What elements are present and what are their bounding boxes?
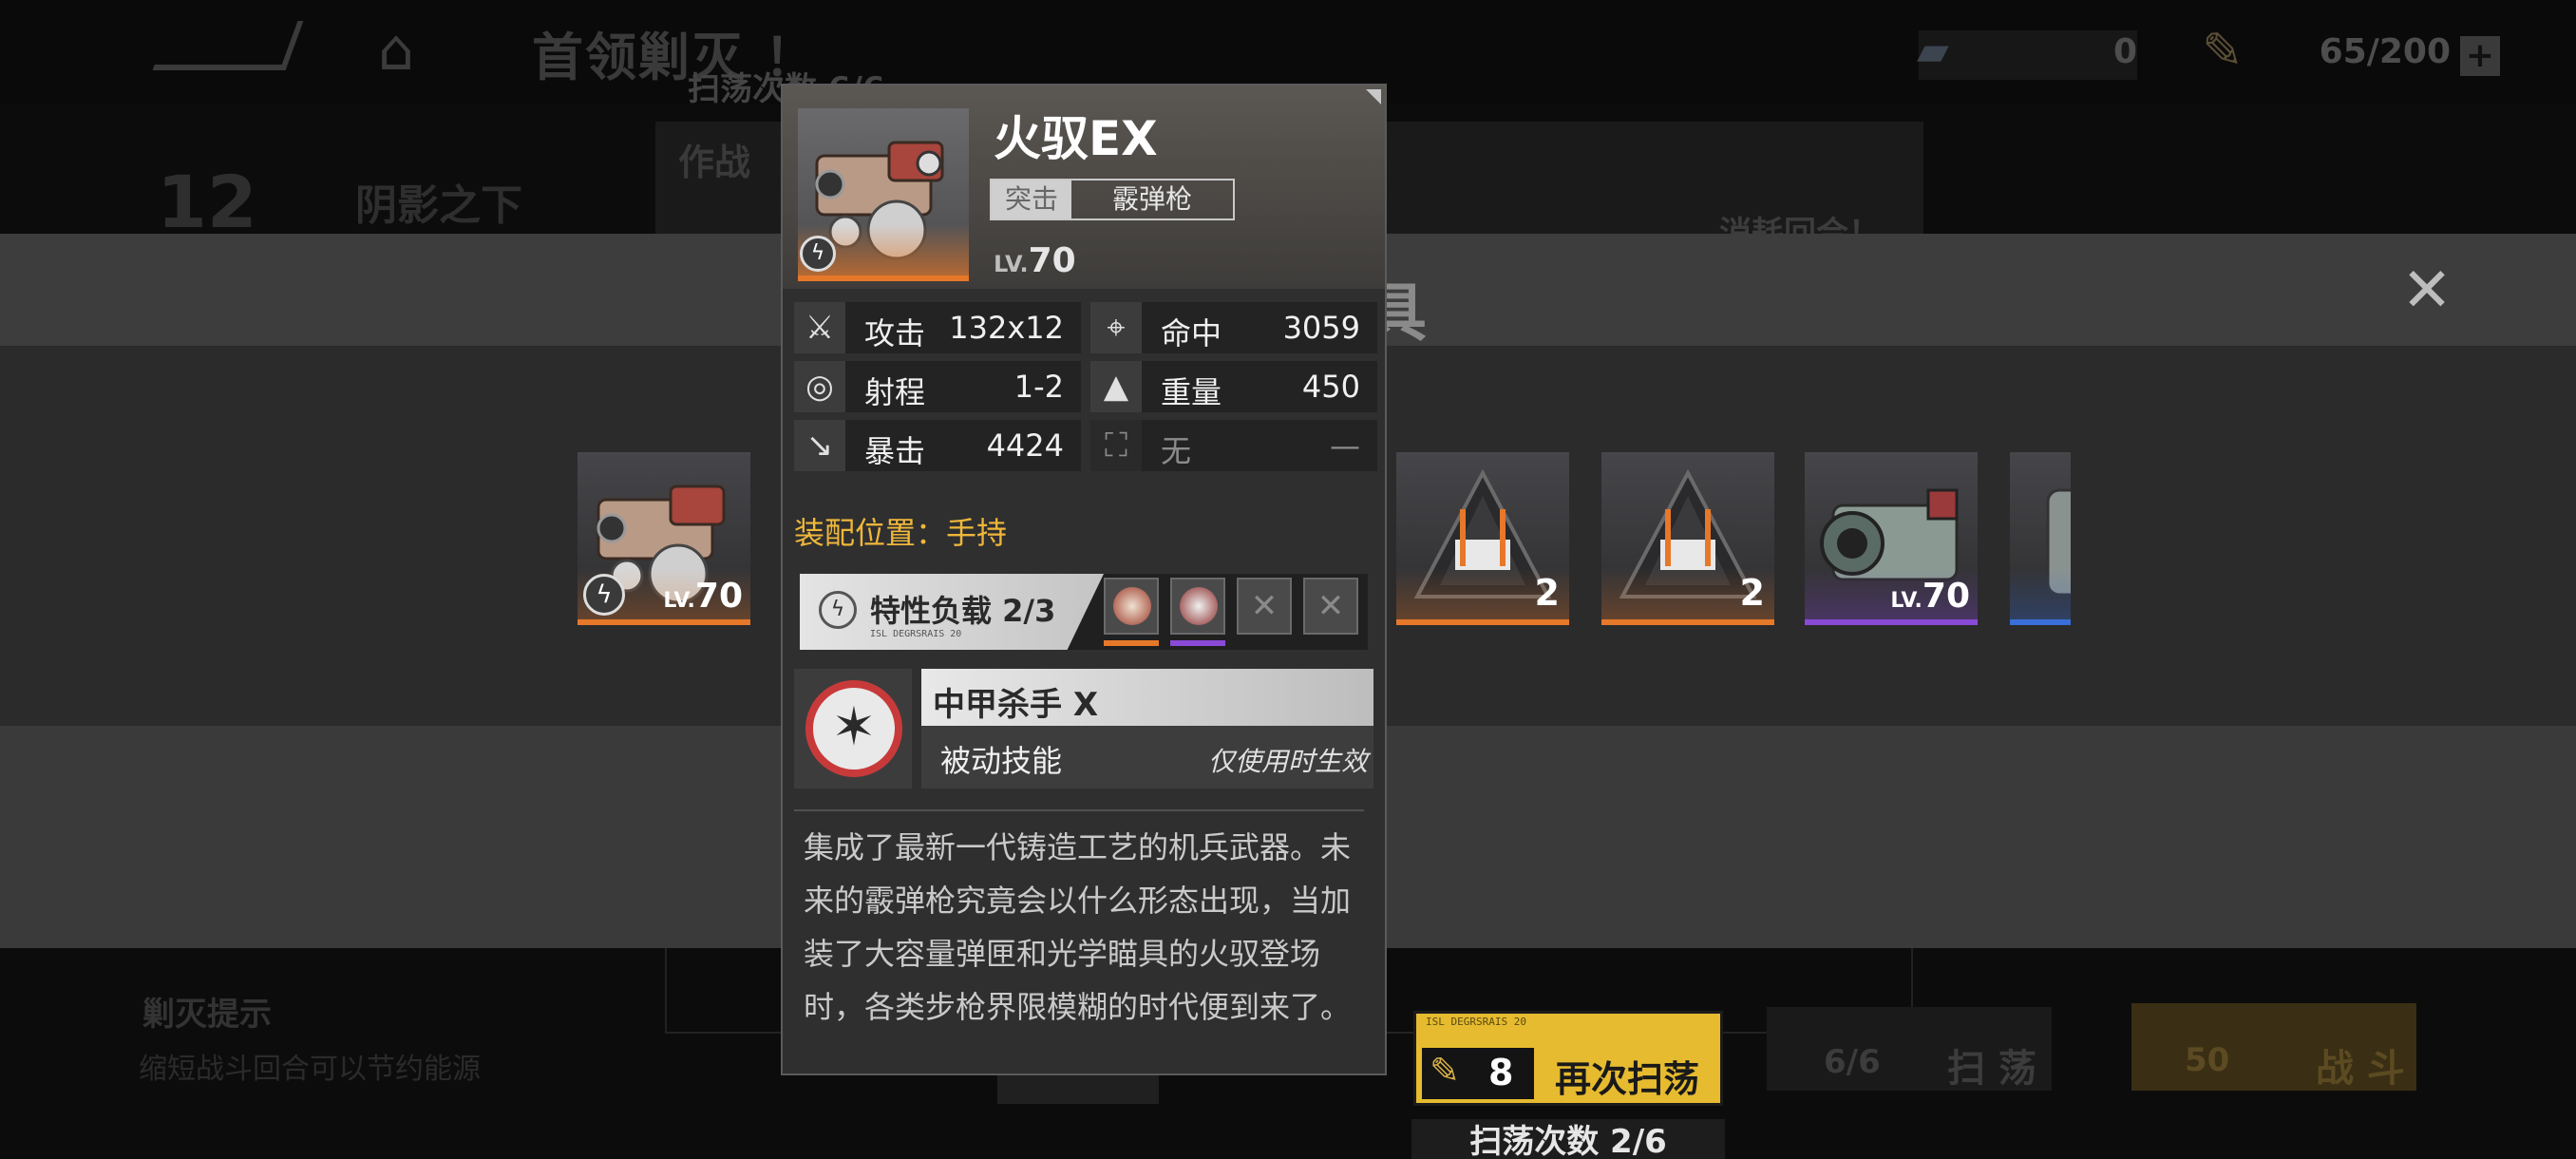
- sweep-button-label: 扫 荡: [1947, 1047, 2036, 1091]
- stat-label: 攻击: [864, 315, 926, 352]
- reward-item[interactable]: 2: [1396, 452, 1569, 625]
- sweep-again-label: 再次扫荡: [1555, 1058, 1700, 1100]
- stat-value: 450: [1301, 369, 1360, 405]
- stat-label: 重量: [1161, 374, 1222, 410]
- battle-button-label: 战 斗: [2316, 1047, 2405, 1091]
- item-quantity: 2: [1739, 572, 1765, 614]
- stat-value: 1-2: [1013, 369, 1064, 405]
- stage-name: 阴影之下: [355, 181, 522, 230]
- target-icon: ⌖: [1090, 302, 1142, 353]
- weapon-name: 火驭EX: [994, 111, 1158, 166]
- reward-item[interactable]: LV.70 ϟ: [578, 452, 750, 625]
- stat-range: ◎ 射程 1-2: [794, 361, 1081, 412]
- trait-slot-3-empty[interactable]: ✕: [1237, 578, 1292, 635]
- resource-ticket-value: 0: [2112, 32, 2137, 71]
- empty-slot-icon: ✕: [1250, 587, 1279, 625]
- trait-gear-icon: ϟ: [819, 591, 857, 629]
- trait-slot-1-bar: [1104, 640, 1159, 646]
- corner-marker-icon: [1366, 89, 1381, 104]
- weapon-type-tag: 突击: [992, 180, 1071, 218]
- skill-note: 仅使用时生效: [1207, 746, 1368, 777]
- item-level: LV.70: [663, 577, 743, 616]
- battle-panel-label: 作战: [678, 142, 751, 183]
- hint-title: 剿灭提示: [142, 996, 272, 1034]
- trait-slot-4-empty[interactable]: ✕: [1303, 578, 1358, 635]
- rarity-bar: [578, 619, 750, 625]
- reward-item[interactable]: [2010, 452, 2071, 625]
- stage-number: 12: [157, 160, 257, 244]
- level-prefix: LV.: [994, 251, 1029, 277]
- reward-item[interactable]: 2: [1601, 452, 1774, 625]
- stat-label: 暴击: [864, 433, 926, 469]
- stat-value: —: [1330, 428, 1360, 464]
- stat-swords: ⚔ 攻击 132x12: [794, 302, 1081, 353]
- game-screen: ⌂ 首领剿灭 ！ 扫荡次数 6/6 ▰ 0 ✎ 65/200 + 12 阴影之下…: [0, 0, 2576, 1159]
- item-level: LV.70: [1890, 577, 1970, 616]
- trait-load-label: 特性负载 2/3: [870, 593, 1056, 629]
- energy-icon: ✎: [2202, 23, 2244, 80]
- swords-icon: ⚔: [794, 302, 845, 353]
- divider: [794, 809, 1364, 811]
- add-energy-button[interactable]: +: [2460, 36, 2500, 76]
- lightning-badge-icon: ϟ: [583, 574, 625, 616]
- stat-weight: ▲ 重量 450: [1090, 361, 1377, 412]
- weight-icon: ▲: [1090, 361, 1142, 412]
- stat-label: 命中: [1161, 315, 1222, 352]
- stat-crit: ↘ 暴击 4424: [794, 420, 1081, 471]
- trait-load-bar: ϟ 特性负载 2/3 ISL DEGRSRAIS 20 ✕ ✕: [800, 574, 1368, 650]
- sweep-remaining-count: 扫荡次数 2/6: [1411, 1119, 1725, 1159]
- stat-none: ⛶ 无 —: [1090, 420, 1377, 471]
- weapon-description[interactable]: 集成了最新一代铸造工艺的机兵武器。未来的霰弹枪究竟会以什么形态出现，当加装了大容…: [804, 821, 1368, 1056]
- rarity-bar: [1805, 619, 1978, 625]
- level-value: 70: [1028, 241, 1076, 280]
- hint-text: 缩短战斗回合可以节约能源: [139, 1053, 481, 1086]
- trait-micro-text: ISL DEGRSRAIS 20: [870, 629, 962, 639]
- weapon-tags: 突击 霰弹枪: [990, 179, 1235, 220]
- item-quantity: 2: [1534, 572, 1560, 614]
- skill-name: 中甲杀手 X: [933, 686, 1099, 724]
- equip-position: 装配位置：手持: [794, 515, 1008, 551]
- stat-label: 无: [1161, 433, 1192, 469]
- trait-gem-icon: [1113, 587, 1151, 625]
- sweep-again-button[interactable]: ISL DEGRSRAIS 20 ✎ 8 再次扫荡: [1413, 1011, 1723, 1106]
- crit-icon: ↘: [794, 420, 845, 471]
- trait-slot-1[interactable]: [1104, 578, 1159, 635]
- reward-item[interactable]: LV.70: [1805, 452, 1978, 625]
- skill-burst-icon: ✶: [805, 680, 902, 777]
- rarity-bar: [1396, 619, 1569, 625]
- rarity-glow: [2010, 568, 2071, 625]
- sweep-button-count: 6/6: [1824, 1043, 1881, 1081]
- none-icon: ⛶: [1090, 420, 1142, 471]
- home-icon[interactable]: ⌂: [378, 17, 414, 84]
- battle-cost: 50: [2185, 1041, 2230, 1079]
- rarity-bar: [2010, 619, 2071, 625]
- trait-slot-2[interactable]: [1170, 578, 1225, 635]
- stat-value: 3059: [1282, 310, 1360, 346]
- energy-icon: ✎: [1430, 1050, 1460, 1092]
- weapon-detail-popup: ϟ 火驭EX 突击 霰弹枪 LV.70 ⚔ 攻击 132x12 ⌖ 命中 3059 ◎ 射程 1…: [781, 84, 1387, 1075]
- stat-value: 132x12: [949, 310, 1064, 346]
- skill-panel: ✶ 中甲杀手 X 被动技能 仅使用时生效: [794, 669, 1373, 788]
- lightning-badge-icon: ϟ: [800, 236, 836, 272]
- sweep-again-micro-text: ISL DEGRSRAIS 20: [1426, 1016, 1526, 1028]
- skill-type: 被动技能: [940, 743, 1063, 779]
- ticket-icon: ▰: [1917, 27, 1949, 75]
- weapon-class-tag: 霰弹枪: [1111, 183, 1192, 215]
- rarity-bar: [798, 276, 969, 281]
- stat-target: ⌖ 命中 3059: [1090, 302, 1377, 353]
- stat-label: 射程: [864, 374, 926, 410]
- resource-energy-value: 65/200: [2319, 32, 2451, 71]
- weapon-thumbnail: ϟ: [798, 108, 969, 281]
- empty-slot-icon: ✕: [1316, 587, 1345, 625]
- trait-slot-2-bar: [1170, 640, 1225, 646]
- close-icon[interactable]: ✕: [2398, 260, 2455, 321]
- sweep-again-cost: 8: [1488, 1052, 1514, 1093]
- trait-gem-icon: [1180, 587, 1218, 625]
- back-button[interactable]: [152, 21, 304, 70]
- rarity-bar: [1601, 619, 1774, 625]
- range-icon: ◎: [794, 361, 845, 412]
- stat-value: 4424: [986, 428, 1064, 464]
- weapon-level: LV.70: [994, 241, 1076, 280]
